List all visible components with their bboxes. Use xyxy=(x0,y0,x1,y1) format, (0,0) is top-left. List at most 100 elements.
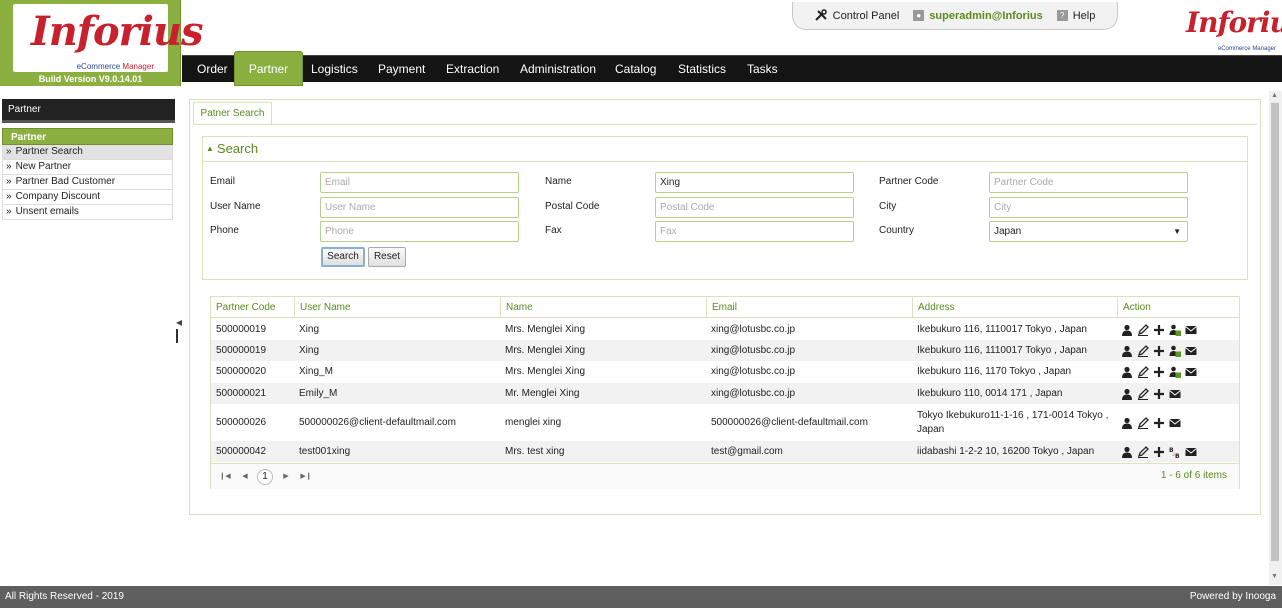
sidebar-item-unsent-emails[interactable]: » Unsent emails xyxy=(2,205,173,220)
sidebar-header[interactable]: Partner xyxy=(2,99,175,123)
postal-code-field[interactable] xyxy=(655,197,854,218)
cell-partner-code: 500000019 xyxy=(216,344,267,356)
partner-code-field[interactable] xyxy=(989,172,1188,193)
user-icon[interactable] xyxy=(1121,324,1133,336)
nav-order[interactable]: Order xyxy=(197,56,228,83)
country-select[interactable]: Japan ▼ xyxy=(989,221,1188,242)
user-icon[interactable] xyxy=(1121,446,1133,458)
user-icon[interactable] xyxy=(1121,388,1133,400)
search-title-label: Search xyxy=(216,141,259,156)
table-row[interactable]: 500000021 Emily_M Mr. Menglei Xing xing@lot… xyxy=(211,383,1239,404)
mail-icon[interactable] xyxy=(1185,446,1197,458)
table-row[interactable]: 500000042 test001xing Mrs. test xing test@g… xyxy=(211,441,1239,462)
column-header-email[interactable]: Email xyxy=(706,297,912,318)
tools-icon xyxy=(814,9,827,21)
help-link[interactable]: ? Help xyxy=(1056,10,1095,22)
mail-icon[interactable] xyxy=(1185,366,1197,378)
nav-statistics[interactable]: Statistics xyxy=(678,56,726,83)
mail-icon[interactable] xyxy=(1185,345,1197,357)
nav-administration[interactable]: Administration xyxy=(520,56,596,83)
edit-icon[interactable] xyxy=(1137,387,1149,400)
table-row[interactable]: 500000026 500000026@client-defaultmail.co… xyxy=(211,404,1239,441)
search-button[interactable]: Search xyxy=(321,247,365,267)
cell-address: Tokyo Ikebukuro11-1-16 , 171-0014 Tokyo … xyxy=(917,409,1109,435)
scroll-up-icon[interactable]: ▲ xyxy=(1271,92,1278,99)
name-field[interactable] xyxy=(655,172,854,193)
mail-icon[interactable] xyxy=(1169,417,1181,429)
user-icon[interactable] xyxy=(1121,345,1133,357)
edit-icon[interactable] xyxy=(1137,344,1149,357)
brand-logo[interactable]: Inforius eCommerce Manager xyxy=(13,4,204,72)
last-page-icon[interactable]: ▶❙ xyxy=(298,469,314,485)
phone-field[interactable] xyxy=(320,221,519,242)
table-row[interactable]: 500000020 Xing_M Mrs. Menglei Xing xing@lot… xyxy=(211,361,1239,383)
email-field[interactable] xyxy=(320,172,519,193)
user-icon[interactable] xyxy=(1121,417,1133,429)
add-icon[interactable] xyxy=(1153,417,1165,429)
edit-icon[interactable] xyxy=(1137,445,1149,458)
logo-subtitle: eCommerce Manager xyxy=(76,62,154,71)
sidebar-item-new-partner[interactable]: » New Partner xyxy=(2,160,173,175)
edit-icon[interactable] xyxy=(1137,416,1149,429)
logo-small-text: Inforius xyxy=(1186,6,1282,39)
search-panel-title[interactable]: ▲ Search xyxy=(206,141,258,156)
user-badge-icon[interactable] xyxy=(1169,366,1181,378)
cell-partner-code: 500000020 xyxy=(216,366,267,377)
nav-extraction[interactable]: Extraction xyxy=(446,56,499,83)
edit-icon[interactable] xyxy=(1137,366,1149,378)
city-field[interactable] xyxy=(989,197,1188,218)
first-page-icon[interactable]: ❙◀ xyxy=(217,469,233,485)
nav-partner[interactable]: Partner xyxy=(234,51,303,86)
table-row[interactable]: 500000019 Xing Mrs. Menglei Xing xing@lotus… xyxy=(211,319,1239,340)
add-icon[interactable] xyxy=(1153,388,1165,400)
cell-email: xing@lotusbc.co.jp xyxy=(711,323,796,335)
next-page-icon[interactable]: ▶ xyxy=(278,469,294,485)
sidebar-menu: » Partner Search » New Partner » Partner Ba… xyxy=(2,145,173,220)
cell-partner-code: 500000021 xyxy=(216,387,267,399)
vertical-scrollbar[interactable]: ▲ ▼ xyxy=(1269,91,1282,585)
fax-label: Fax xyxy=(545,225,562,236)
user-badge-icon[interactable] xyxy=(1169,345,1181,357)
tab-partner-search[interactable]: Patner Search xyxy=(193,102,272,125)
reset-button[interactable]: Reset xyxy=(368,247,406,267)
scrollbar-thumb[interactable] xyxy=(1271,103,1279,561)
nav-payment[interactable]: Payment xyxy=(378,56,425,83)
fax-field[interactable] xyxy=(655,221,854,242)
nav-tasks[interactable]: Tasks xyxy=(747,56,778,83)
cell-name: menglei xing xyxy=(505,416,562,428)
sidebar-item-label: Unsent emails xyxy=(15,206,79,217)
page-number[interactable]: 1 xyxy=(257,469,273,485)
nav-catalog[interactable]: Catalog xyxy=(615,56,656,83)
add-icon[interactable] xyxy=(1153,446,1165,458)
table-row[interactable]: 500000019 Xing Mrs. Menglei Xing xing@lotus… xyxy=(211,340,1239,361)
edit-icon[interactable] xyxy=(1137,323,1149,336)
user-badge-icon[interactable] xyxy=(1169,324,1181,336)
control-panel-link[interactable]: Control Panel xyxy=(814,9,899,22)
add-icon[interactable] xyxy=(1153,324,1165,336)
user-name-field[interactable] xyxy=(320,197,519,218)
add-icon[interactable] xyxy=(1153,366,1165,378)
mail-icon[interactable] xyxy=(1185,324,1197,336)
sidebar-splitter[interactable] xyxy=(176,329,178,343)
row-actions: BB2 xyxy=(1121,441,1197,462)
mail-icon[interactable] xyxy=(1169,388,1181,400)
column-header-address[interactable]: Address xyxy=(912,297,1117,318)
chevron-right-icon: » xyxy=(6,146,12,157)
column-header-partner-code[interactable]: Partner Code xyxy=(211,297,294,318)
add-icon[interactable] xyxy=(1153,345,1165,357)
logo-small-subtitle: eCommerce Manager xyxy=(1217,46,1276,52)
column-header-name[interactable]: Name xyxy=(500,297,706,318)
user-link[interactable]: ● superadmin@Inforius xyxy=(913,10,1043,22)
cell-address: Ikebukuro 116, 1170 Tokyo , Japan xyxy=(917,366,1071,377)
scroll-down-icon[interactable]: ▼ xyxy=(1271,573,1278,580)
sidebar-item-partner-bad-customer[interactable]: » Partner Bad Customer xyxy=(2,175,173,190)
sidebar-item-partner-search[interactable]: » Partner Search xyxy=(2,145,173,160)
cell-name: Mrs. Menglei Xing xyxy=(505,366,586,377)
b2b-icon[interactable]: BB2 xyxy=(1169,446,1181,458)
sidebar-item-company-discount[interactable]: » Company Discount xyxy=(2,190,173,205)
nav-logistics[interactable]: Logistics xyxy=(311,56,358,83)
prev-page-icon[interactable]: ◀ xyxy=(237,469,253,485)
column-header-user-name[interactable]: User Name xyxy=(294,297,500,318)
sidebar-group-title[interactable]: Partner xyxy=(2,128,173,145)
user-icon[interactable] xyxy=(1121,366,1133,378)
